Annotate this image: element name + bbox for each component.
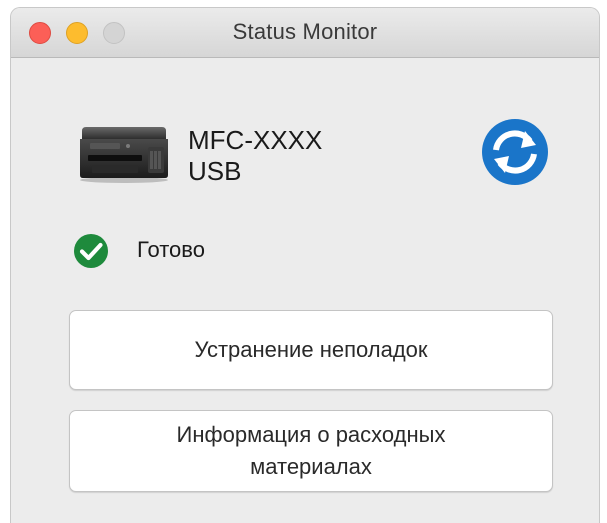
supplies-info-button[interactable]: Информация о расходных материалах [69,410,553,492]
device-name: MFC-XXXX [188,125,323,155]
troubleshooting-button-label: Устранение неполадок [194,337,428,362]
status-text: Готово [137,237,205,262]
status-monitor-window: Status Monitor MFC-XXXX USB Готово Устра… [10,7,600,523]
supplies-info-button-label: Информация о расходных материалах [176,422,446,479]
troubleshooting-button[interactable]: Устранение неполадок [69,310,553,390]
title-bar[interactable]: Status Monitor [11,8,599,58]
printer-icon [80,127,168,183]
device-connection: USB [188,156,242,186]
main-content: MFC-XXXX USB Готово Устранение неполадок… [11,58,599,523]
refresh-icon[interactable] [481,118,549,186]
check-icon [74,234,108,268]
window-title: Status Monitor [232,19,378,44]
